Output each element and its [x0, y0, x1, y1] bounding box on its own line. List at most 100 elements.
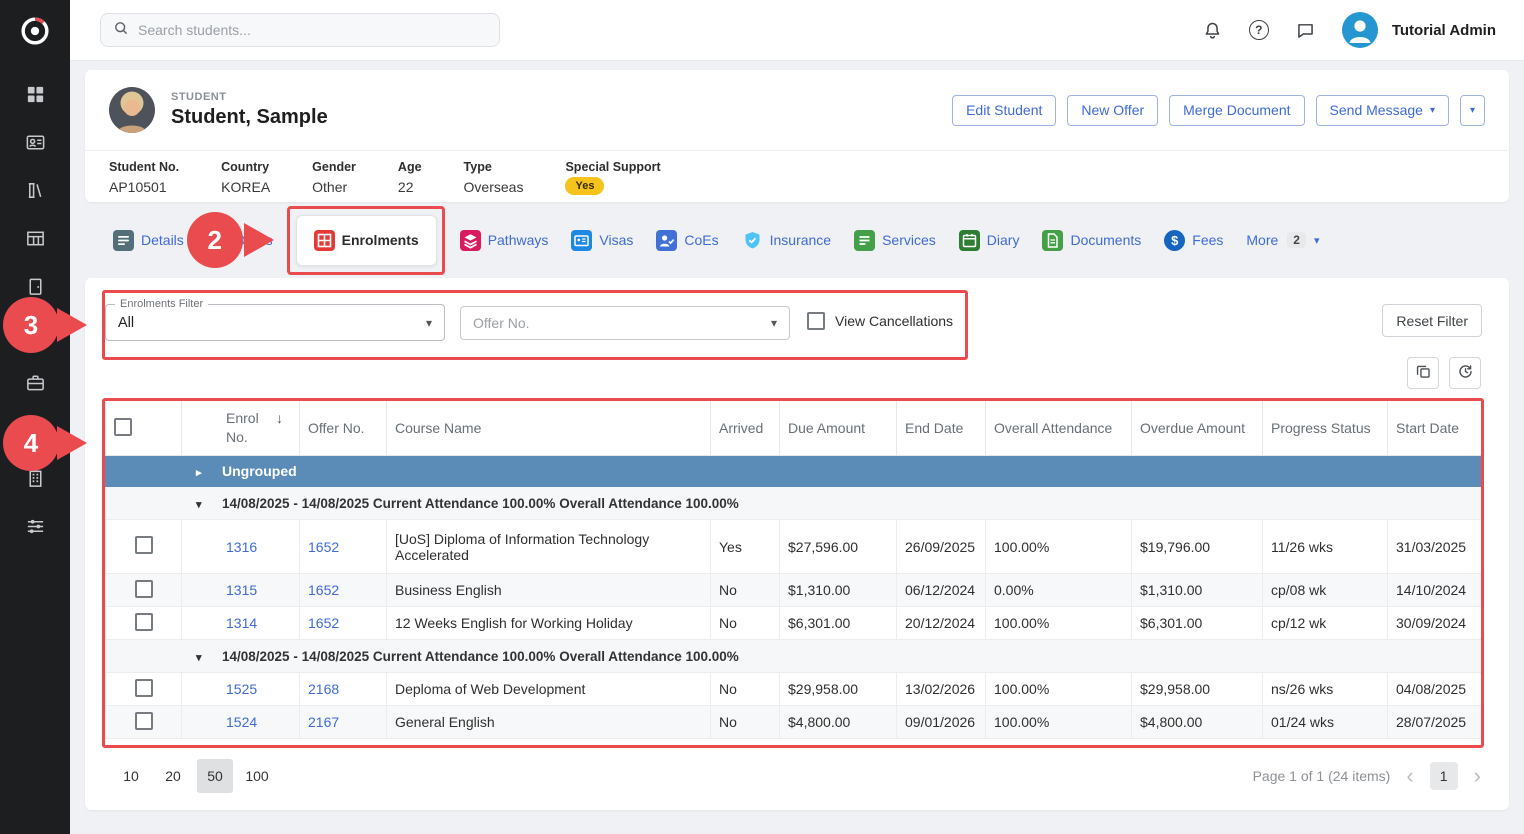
- record-type-label: STUDENT: [171, 91, 328, 103]
- offer-no-select[interactable]: Offer No. ▾: [460, 306, 790, 340]
- tab-offers[interactable]: Offers: [207, 230, 273, 251]
- row-checkbox[interactable]: [135, 536, 153, 554]
- row-checkbox[interactable]: [135, 613, 153, 631]
- tab-diary[interactable]: Diary: [959, 230, 1020, 251]
- sidebar-nav: [0, 62, 70, 537]
- tab-services[interactable]: Services: [854, 230, 936, 251]
- dashboard-icon[interactable]: [25, 84, 46, 105]
- more-actions-button[interactable]: ▾: [1460, 95, 1485, 126]
- courses-icon[interactable]: [25, 180, 46, 201]
- grid-icon[interactable]: [25, 228, 46, 249]
- app-logo[interactable]: [0, 0, 70, 62]
- column-header-start-date[interactable]: Start Date: [1388, 401, 1482, 456]
- tab-label: Insurance: [770, 232, 831, 248]
- tab-fees[interactable]: $ Fees: [1164, 230, 1223, 251]
- chevron-left-icon[interactable]: ‹: [1406, 765, 1413, 787]
- tab-enrolments[interactable]: Enrolments 2: [296, 215, 437, 266]
- tab-visas[interactable]: Visas: [571, 230, 633, 251]
- course-name-cell: General English: [387, 706, 711, 739]
- table-row[interactable]: 1524 2167 General English No $4,800.00 0…: [106, 706, 1482, 739]
- new-offer-button[interactable]: New Offer: [1067, 95, 1158, 126]
- view-cancellations-checkbox[interactable]: [807, 312, 825, 330]
- overdue-amount-cell: $19,796.00: [1132, 520, 1263, 574]
- course-name-cell: [UoS] Diploma of Information Technology …: [387, 520, 711, 574]
- enrolments-filter-select[interactable]: Enrolments Filter All ▾: [105, 304, 445, 341]
- page-number-button[interactable]: 1: [1430, 762, 1458, 790]
- reset-filter-button[interactable]: Reset Filter: [1382, 304, 1482, 337]
- info-label: Age: [398, 160, 422, 174]
- tab-documents[interactable]: Documents: [1042, 230, 1141, 251]
- student-name: Student, Sample: [171, 106, 328, 129]
- copy-grid-button[interactable]: [1407, 357, 1439, 389]
- table-row[interactable]: 1315 1652 Business English No $1,310.00 …: [106, 574, 1482, 607]
- expand-group-icon[interactable]: ▸: [196, 466, 222, 479]
- student-search[interactable]: [100, 13, 500, 47]
- page-size-50[interactable]: 50: [197, 759, 233, 793]
- column-header-course-name[interactable]: Course Name: [387, 401, 711, 456]
- calendar-icon[interactable]: [25, 324, 46, 345]
- table-row[interactable]: 1525 2168 Deploma of Web Development No …: [106, 673, 1482, 706]
- offer-no-link[interactable]: 2167: [308, 714, 339, 730]
- select-all-checkbox[interactable]: [114, 418, 132, 436]
- notifications-bell-icon[interactable]: [1202, 20, 1223, 41]
- page-size-10[interactable]: 10: [113, 759, 149, 793]
- organisation-icon[interactable]: [25, 468, 46, 489]
- collapse-group-icon[interactable]: ▾: [196, 498, 222, 511]
- column-header-enrol-no[interactable]: Enrol No.↓: [182, 401, 300, 456]
- table-row[interactable]: 1314 1652 12 Weeks English for Working H…: [106, 607, 1482, 640]
- settings-sliders-icon[interactable]: [25, 516, 46, 537]
- page-size-20[interactable]: 20: [155, 759, 191, 793]
- column-header-arrived[interactable]: Arrived: [711, 401, 780, 456]
- offer-no-link[interactable]: 1652: [308, 615, 339, 631]
- send-message-button[interactable]: Send Message▾: [1316, 95, 1449, 126]
- contacts-icon[interactable]: [25, 132, 46, 153]
- chat-icon[interactable]: [1295, 20, 1316, 41]
- enrol-no-link[interactable]: 1525: [226, 681, 257, 697]
- row-checkbox[interactable]: [135, 679, 153, 697]
- column-header-overdue-amount[interactable]: Overdue Amount: [1132, 401, 1263, 456]
- enrol-no-link[interactable]: 1315: [226, 582, 257, 598]
- history-button[interactable]: [1449, 357, 1481, 389]
- progress-status-cell: cp/08 wk: [1263, 574, 1388, 607]
- student-number: AP10501: [109, 179, 179, 195]
- group-row-ungrouped[interactable]: ▸Ungrouped: [106, 456, 1482, 487]
- merge-document-button[interactable]: Merge Document: [1169, 95, 1304, 126]
- column-header-overall-attendance[interactable]: Overall Attendance: [986, 401, 1132, 456]
- help-icon[interactable]: ?: [1249, 20, 1269, 40]
- tab-more[interactable]: More 2 ▾: [1246, 232, 1319, 248]
- tab-insurance[interactable]: Insurance: [742, 230, 831, 251]
- column-header-progress-status[interactable]: Progress Status: [1263, 401, 1388, 456]
- offer-no-link[interactable]: 1652: [308, 582, 339, 598]
- tab-label: Documents: [1070, 232, 1141, 248]
- edit-student-button[interactable]: Edit Student: [952, 95, 1056, 126]
- column-header-due-amount[interactable]: Due Amount: [780, 401, 897, 456]
- user-menu[interactable]: Tutorial Admin: [1342, 12, 1496, 48]
- enrol-no-link[interactable]: 1524: [226, 714, 257, 730]
- offer-no-link[interactable]: 1652: [308, 539, 339, 555]
- collapse-group-icon[interactable]: ▾: [196, 651, 222, 664]
- offer-no-link[interactable]: 2168: [308, 681, 339, 697]
- page-size-100[interactable]: 100: [239, 759, 275, 793]
- row-checkbox[interactable]: [135, 580, 153, 598]
- briefcase-icon[interactable]: [25, 372, 46, 393]
- end-date-cell: 26/09/2025: [897, 520, 986, 574]
- tab-details[interactable]: Details: [113, 230, 184, 251]
- table-row[interactable]: 1316 1652 [UoS] Diploma of Information T…: [106, 520, 1482, 574]
- info-label: Type: [464, 160, 524, 174]
- search-input[interactable]: [138, 22, 487, 38]
- tab-coes[interactable]: CoEs: [656, 230, 718, 251]
- student-photo[interactable]: [109, 87, 155, 133]
- tab-pathways[interactable]: Pathways: [460, 230, 549, 251]
- column-header-end-date[interactable]: End Date: [897, 401, 986, 456]
- group-row[interactable]: ▾14/08/2025 - 14/08/2025 Current Attenda…: [106, 640, 1482, 673]
- enrol-no-link[interactable]: 1316: [226, 539, 257, 555]
- attendance-cell: 0.00%: [986, 574, 1132, 607]
- group-row[interactable]: ▾14/08/2025 - 14/08/2025 Current Attenda…: [106, 487, 1482, 520]
- reports-icon[interactable]: [25, 420, 46, 441]
- column-header-offer-no[interactable]: Offer No.: [300, 401, 387, 456]
- rooms-icon[interactable]: [25, 276, 46, 297]
- chevron-right-icon[interactable]: ›: [1474, 765, 1481, 787]
- row-checkbox[interactable]: [135, 712, 153, 730]
- services-icon: [854, 230, 875, 251]
- enrol-no-link[interactable]: 1314: [226, 615, 257, 631]
